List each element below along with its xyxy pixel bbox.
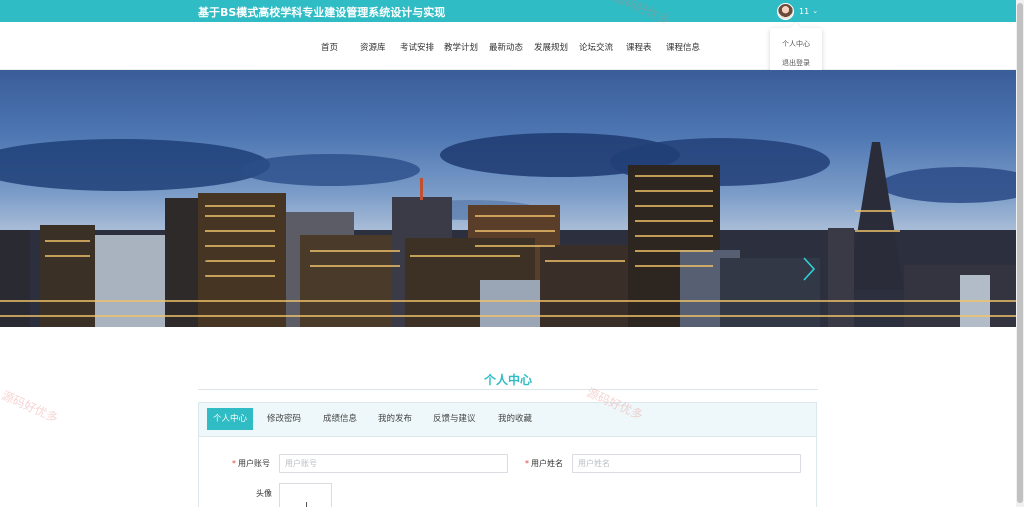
city-skyline-image <box>0 133 1016 327</box>
upload-cursor <box>306 502 307 507</box>
nav-item-forum[interactable]: 论坛交流 <box>579 41 613 53</box>
top-bar: 基于BS模式高校学科专业建设管理系统设计与实现 11 ⌄ <box>0 0 1016 22</box>
user-name[interactable]: 11 <box>799 7 809 16</box>
personal-center-panel: 个人中心 修改密码 成绩信息 我的发布 反馈与建议 我的收藏 *用户账号 *用户… <box>198 402 817 507</box>
tab-feedback[interactable]: 反馈与建议 <box>433 408 476 430</box>
nav-item-course-info[interactable]: 课程信息 <box>666 41 700 53</box>
tab-my-posts[interactable]: 我的发布 <box>378 408 412 430</box>
tab-favorites[interactable]: 我的收藏 <box>498 408 532 430</box>
carousel-prev-arrow-icon[interactable] <box>196 256 210 282</box>
nav-item-home[interactable]: 首页 <box>321 41 338 53</box>
chevron-down-icon[interactable]: ⌄ <box>812 7 818 15</box>
avatar-upload[interactable] <box>279 483 332 507</box>
account-field-label: * 用户账号 <box>232 458 270 469</box>
main-nav: 首页 资源库 考试安排 教学计划 最新动态 发展规划 论坛交流 课程表 课程信息 <box>0 22 1016 70</box>
tab-grades[interactable]: 成绩信息 <box>323 408 357 430</box>
user-menu-toggle[interactable]: 11 ⌄ <box>777 2 818 20</box>
carousel-next-arrow-icon[interactable] <box>802 256 816 282</box>
page-scrollbar[interactable] <box>1016 0 1024 507</box>
tab-change-password[interactable]: 修改密码 <box>267 408 301 430</box>
nav-item-timetable[interactable]: 课程表 <box>626 41 652 53</box>
required-mark: * <box>232 459 236 468</box>
watermark-left: 源码好优多 <box>0 388 61 426</box>
tab-personal-center[interactable]: 个人中心 <box>207 408 254 430</box>
site-title: 基于BS模式高校学科专业建设管理系统设计与实现 <box>198 6 446 19</box>
avatar-field-label: 头像 <box>256 489 272 498</box>
name-input[interactable] <box>572 454 801 473</box>
tab-bar: 个人中心 修改密码 成绩信息 我的发布 反馈与建议 我的收藏 <box>199 403 816 437</box>
required-mark: * <box>525 459 529 468</box>
nav-item-exam-schedule[interactable]: 考试安排 <box>400 41 434 53</box>
banner-carousel[interactable] <box>0 70 1016 327</box>
nav-item-resources[interactable]: 资源库 <box>360 41 386 53</box>
title-divider <box>198 389 818 390</box>
account-label-text: 用户账号 <box>238 459 270 468</box>
account-input[interactable] <box>279 454 508 473</box>
nav-item-development-plan[interactable]: 发展规划 <box>534 41 568 53</box>
scrollbar-thumb[interactable] <box>1017 3 1023 503</box>
name-label-text: 用户姓名 <box>531 459 563 468</box>
name-field-label: * 用户姓名 <box>525 458 563 469</box>
page-title: 个人中心 <box>483 373 532 387</box>
menu-item-personal-center[interactable]: 个人中心 <box>770 39 822 49</box>
menu-item-logout[interactable]: 退出登录 <box>770 58 822 68</box>
avatar[interactable] <box>777 2 794 20</box>
nav-item-news[interactable]: 最新动态 <box>489 41 523 53</box>
nav-item-teaching-plan[interactable]: 教学计划 <box>444 41 478 53</box>
